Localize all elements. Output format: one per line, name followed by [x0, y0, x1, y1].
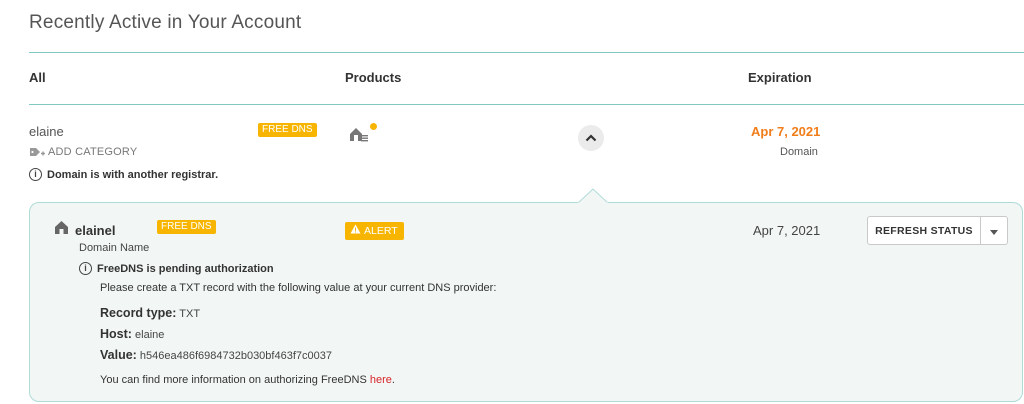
more-info: You can find more information on authori… [100, 374, 395, 386]
value-value: h546ea486f6984732b030bf463f7c0037 [139, 350, 332, 362]
column-header-products[interactable]: Products [345, 70, 401, 85]
panel-pointer [577, 188, 609, 209]
expiration-type: Domain [780, 146, 818, 158]
column-header-expiration[interactable]: Expiration [748, 70, 812, 85]
add-category-label: ADD CATEGORY [48, 146, 138, 158]
refresh-group: REFRESH STATUS [867, 216, 1008, 245]
house-icon[interactable] [349, 126, 369, 147]
column-header-all[interactable]: All [29, 70, 46, 85]
caret-down-icon [990, 222, 998, 240]
house-icon [54, 220, 69, 240]
value-label: Value: [100, 348, 137, 362]
chevron-up-icon [585, 129, 597, 147]
record-type-label: Record type: [100, 306, 177, 320]
collapse-button[interactable] [578, 125, 604, 151]
free-dns-badge: FREE DNS [157, 220, 216, 234]
detail-domain: elainel [54, 220, 115, 240]
tag-plus-icon [29, 147, 45, 158]
divider [29, 104, 1024, 105]
expiration-date: Apr 7, 2021 [751, 124, 821, 139]
registrar-notice: i Domain is with another registrar. [29, 168, 218, 181]
host-value: elaine [135, 329, 165, 341]
instruction-text: Please create a TXT record with the foll… [100, 282, 497, 294]
add-category-button[interactable]: ADD CATEGORY [29, 146, 137, 158]
detail-date: Apr 7, 2021 [753, 223, 821, 238]
pending-title: FreeDNS is pending authorization [97, 262, 274, 275]
record-value: Value: h546ea486f6984732b030bf463f7c0037 [100, 348, 332, 362]
record-host: Host: elaine [100, 327, 164, 341]
pending-notice: i FreeDNS is pending authorization [79, 262, 274, 275]
refresh-status-button[interactable]: REFRESH STATUS [867, 216, 981, 245]
refresh-dropdown-button[interactable] [981, 216, 1008, 245]
record-type: Record type: TXT [100, 306, 200, 320]
more-info-link[interactable]: here [370, 374, 392, 386]
free-dns-badge: FREE DNS [258, 123, 317, 137]
detail-domain-name: elainel [75, 222, 116, 238]
host-label: Host: [100, 327, 132, 341]
more-info-text: You can find more information on authori… [100, 374, 370, 386]
warning-icon [350, 224, 361, 238]
divider [29, 52, 1024, 53]
alert-badge[interactable]: ALERT [345, 222, 404, 240]
record-type-value: TXT [179, 308, 201, 320]
info-icon: i [29, 168, 42, 181]
status-dot [370, 123, 377, 130]
domain-name-link[interactable]: elaine [29, 124, 64, 139]
detail-subtitle: Domain Name [79, 242, 150, 254]
more-info-end: . [391, 374, 395, 386]
registrar-notice-text: Domain is with another registrar. [47, 168, 219, 181]
page-title: Recently Active in Your Account [29, 12, 302, 33]
info-icon: i [79, 262, 92, 275]
alert-label: ALERT [364, 224, 398, 237]
